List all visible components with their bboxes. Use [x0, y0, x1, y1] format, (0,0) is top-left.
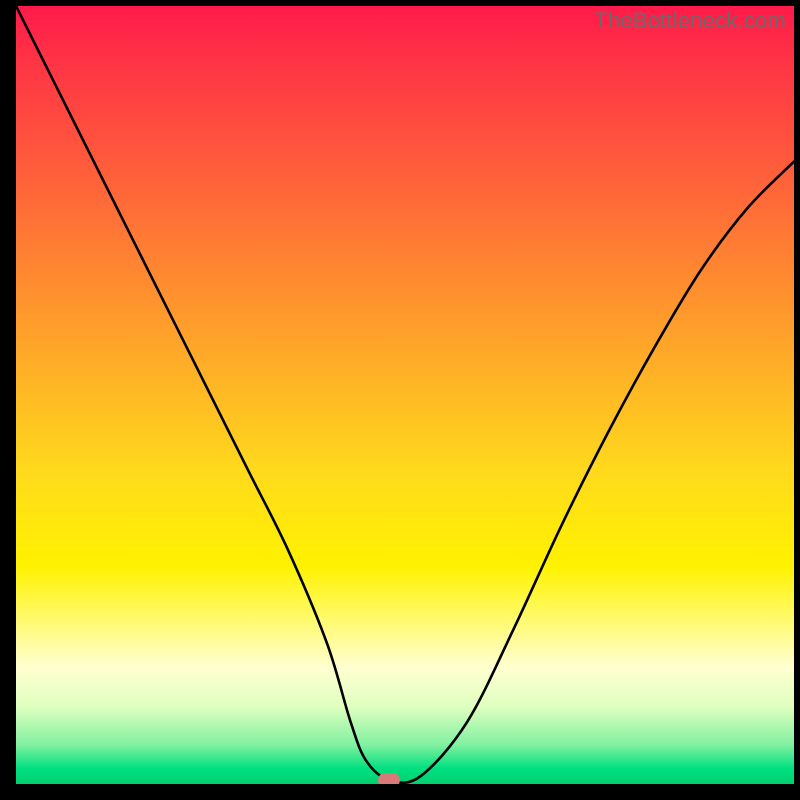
- chart-frame: [0, 0, 800, 800]
- attribution-text: TheBottleneck.com: [594, 8, 786, 34]
